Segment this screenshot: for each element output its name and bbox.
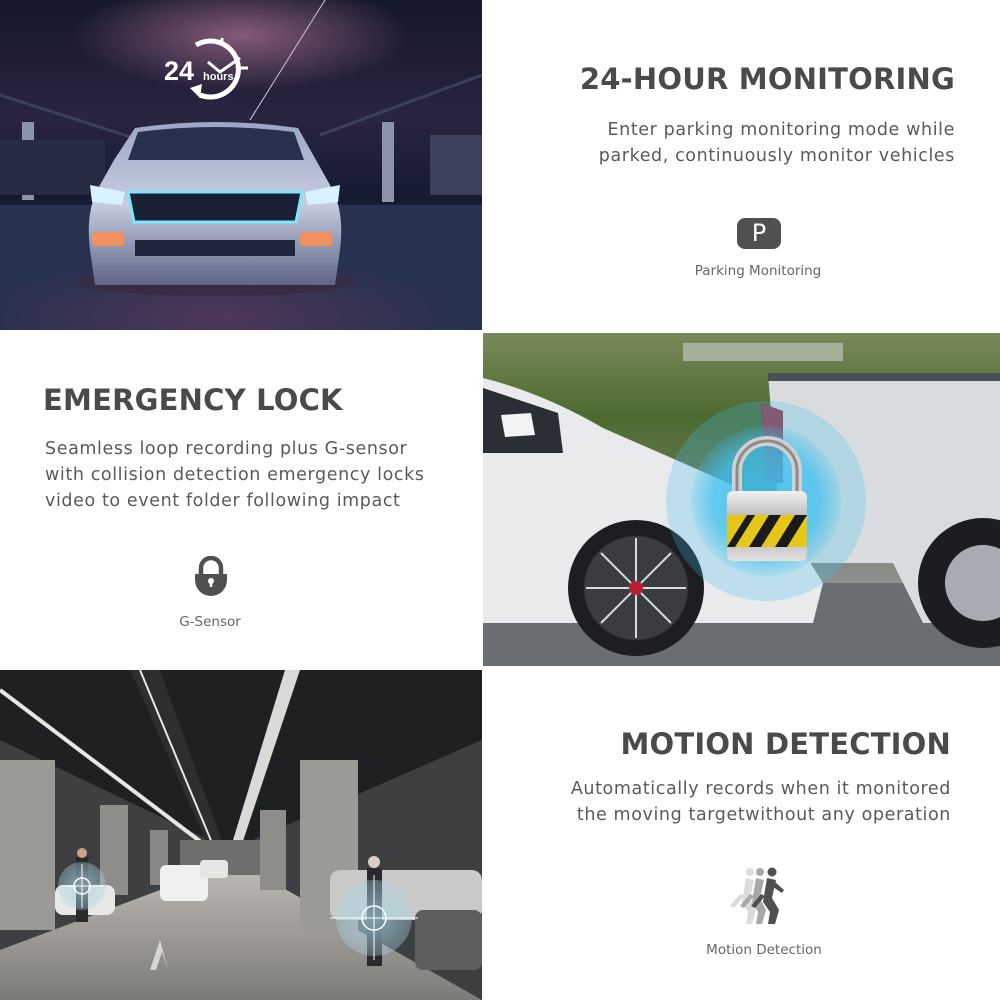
section-description: Seamless loop recording plus G-sensor wi…	[45, 436, 425, 514]
photo-24-hour-car: 24 hours	[0, 0, 482, 330]
parking-p-icon: P	[737, 218, 781, 249]
description-line: Seamless loop recording plus G-sensor	[45, 439, 408, 459]
description-line: the moving targetwithout any operation	[576, 805, 951, 825]
section-description: Enter parking monitoring mode while park…	[599, 117, 955, 169]
description-line: Enter parking monitoring mode while	[607, 120, 955, 140]
section-title: 24-HOUR MONITORING	[579, 62, 955, 96]
section-title: MOTION DETECTION	[620, 727, 951, 761]
section-emergency-lock: EMERGENCY LOCK Seamless loop recording p…	[0, 330, 483, 670]
description-line: video to event folder following impact	[45, 491, 401, 511]
icon-label: Parking Monitoring	[694, 263, 822, 279]
section-motion-detection: MOTION DETECTION Automatically records w…	[482, 666, 1000, 1000]
section-description: Automatically records when it monitored …	[571, 776, 951, 828]
description-line: with collision detection emergency locks	[45, 465, 425, 485]
icon-label: Motion Detection	[706, 942, 822, 958]
badge-24: 24	[164, 56, 194, 86]
padlock-icon	[193, 556, 229, 598]
crosshair-target-icon	[58, 862, 106, 910]
parking-glyph: P	[751, 219, 767, 247]
section-title: EMERGENCY LOCK	[43, 383, 343, 417]
description-line: parked, continuously monitor vehicles	[598, 146, 955, 166]
badge-hours: hours	[203, 71, 234, 83]
icon-label: G-Sensor	[179, 614, 241, 630]
photo-emergency-lock-collision	[483, 333, 1000, 666]
running-person-icon	[726, 866, 790, 930]
section-24-hour-monitoring: 24-HOUR MONITORING Enter parking monitor…	[482, 0, 1000, 333]
description-line: Automatically records when it monitored	[570, 779, 951, 799]
photo-motion-detection-garage	[0, 670, 482, 1000]
